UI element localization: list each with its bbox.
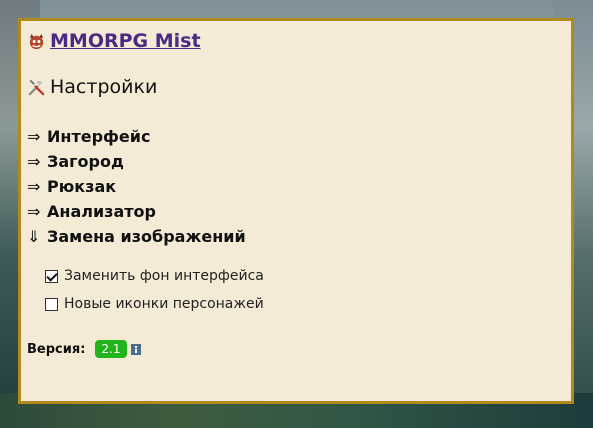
section-title: Настройки [50,76,158,98]
arrow-right-icon: ⇒ [27,152,41,171]
version-info: Версия: 2.1 [27,340,141,358]
header: MMORPG Mist [27,30,201,52]
version-badge: 2.1 [95,340,127,358]
menu-item-interface[interactable]: ⇒ Интерфейс [27,124,246,149]
info-icon[interactable] [130,343,141,355]
option-new-character-icons: Новые иконки персонажей [45,290,264,318]
option-label: Новые иконки персонажей [64,296,264,312]
menu-item-image-replacement[interactable]: ⇓ Замена изображений [27,224,246,249]
tools-icon [28,79,45,95]
checkbox-replace-background[interactable] [45,269,58,283]
arrow-right-icon: ⇒ [27,202,41,221]
app-title-link[interactable]: MMORPG Mist [50,30,201,52]
checkbox-new-character-icons[interactable] [45,297,58,311]
menu-item-backpack[interactable]: ⇒ Рюкзак [27,174,246,199]
option-replace-background: Заменить фон интерфейса [45,262,264,290]
version-label: Версия: [27,341,86,357]
menu-item-suburb[interactable]: ⇒ Загород [27,149,246,174]
settings-menu: ⇒ Интерфейс ⇒ Загород ⇒ Рюкзак ⇒ Анализатор … [27,124,246,249]
menu-item-analyzer[interactable]: ⇒ Анализатор [27,199,246,224]
section-header: Настройки [27,76,157,98]
image-replacement-options: Заменить фон интерфейса Новые иконки пер… [45,262,264,318]
arrow-down-icon: ⇓ [27,227,41,246]
demon-icon [29,33,44,49]
option-label: Заменить фон интерфейса [64,268,264,284]
arrow-right-icon: ⇒ [27,177,41,196]
arrow-right-icon: ⇒ [27,127,41,146]
